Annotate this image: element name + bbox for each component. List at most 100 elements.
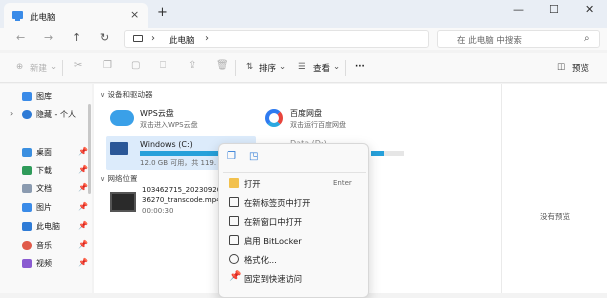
pin-icon[interactable]: 📌	[78, 240, 88, 249]
pin-icon[interactable]: 📌	[78, 183, 88, 192]
sidebar-item-documents[interactable]: 文档 📌	[0, 180, 92, 198]
chevron-down-icon: ⌄	[333, 62, 341, 72]
drive-name: Windows (C:)	[140, 140, 193, 149]
preview-pane-button[interactable]: 预览	[572, 62, 589, 74]
devices-section-header[interactable]: ∨ 设备和驱动器	[100, 89, 153, 100]
sidebar-item-label: 文档	[36, 184, 52, 193]
navigation-pane: 图库 › 隐藏 - 个人 桌面 📌 下载 📌 文档 📌 图片 📌 此电脑 📌 音…	[0, 84, 92, 293]
wps-cloud-item[interactable]: WPS云盘 双击进入WPS云盘	[108, 104, 268, 138]
menu-item-open-new-window[interactable]: 在新窗口中打开	[223, 212, 366, 231]
sidebar-item-music[interactable]: 音乐 📌	[0, 237, 92, 255]
cloud-icon	[110, 110, 134, 126]
share-icon[interactable]: ⇪	[188, 60, 196, 71]
view-icon: ☰	[298, 62, 306, 72]
sidebar-item-videos[interactable]: 视频 📌	[0, 255, 92, 273]
desktop-icon	[22, 148, 32, 157]
pin-icon[interactable]: 📌	[78, 147, 88, 156]
breadcrumb[interactable]: 此电脑	[169, 34, 195, 46]
pin-icon[interactable]: 📌	[78, 202, 88, 211]
folder-open-icon	[229, 178, 239, 188]
cloud-icon	[22, 110, 32, 119]
preview-pane: 没有预览	[501, 84, 607, 293]
sidebar-item-cloud[interactable]: › 隐藏 - 个人	[0, 106, 92, 124]
context-menu: ❐ ◳ 打开 Enter 在新标签页中打开 在新窗口中打开 启用 BitLock…	[218, 143, 369, 298]
chevron-right-icon[interactable]: ›	[10, 109, 13, 118]
video-thumbnail-icon	[110, 192, 136, 212]
sidebar-item-downloads[interactable]: 下载 📌	[0, 162, 92, 180]
section-label: 网络位置	[107, 174, 138, 183]
menu-item-pin-quick-access[interactable]: 📌 固定到快速访问	[223, 269, 366, 288]
sidebar-item-label: 音乐	[36, 241, 52, 250]
sidebar-item-label: 视频	[36, 259, 52, 268]
chevron-down-icon: ∨	[100, 91, 106, 99]
minimize-button[interactable]: —	[513, 3, 524, 16]
network-section-header[interactable]: ∨ 网络位置	[100, 173, 138, 184]
copy-icon[interactable]: ❐	[224, 149, 242, 167]
divider	[62, 60, 63, 76]
delete-icon[interactable]: 🗑	[216, 60, 229, 71]
menu-item-format[interactable]: 格式化...	[223, 250, 366, 269]
item-subtitle: 双击进入WPS云盘	[140, 121, 198, 129]
forward-button[interactable]: →	[44, 31, 53, 44]
item-name: WPS云盘	[140, 109, 174, 118]
address-bar[interactable]: › 此电脑 ›	[124, 30, 429, 48]
sidebar-item-desktop[interactable]: 桌面 📌	[0, 144, 92, 162]
refresh-button[interactable]: ↻	[100, 31, 109, 44]
new-tab-icon	[229, 197, 239, 207]
new-button[interactable]: 新建	[30, 62, 47, 74]
up-button[interactable]: ↑	[72, 31, 81, 44]
drive-usage-bar	[371, 151, 404, 156]
sidebar-item-label: 图片	[36, 203, 52, 212]
sidebar-item-label: 隐藏 - 个人	[36, 110, 76, 119]
menu-item-label: 在新窗口中打开	[244, 217, 303, 227]
menu-item-label: 格式化...	[244, 255, 277, 265]
menu-item-label: 固定到快速访问	[244, 274, 303, 284]
menu-item-label: 打开	[244, 179, 261, 189]
copy-icon[interactable]: ❐	[103, 60, 112, 71]
pin-icon[interactable]: 📌	[78, 258, 88, 267]
close-window-button[interactable]: ✕	[585, 3, 594, 16]
baidu-netdisk-item[interactable]: 百度网盘 双击运行百度网盘	[262, 104, 422, 138]
menu-item-open[interactable]: 打开 Enter	[223, 174, 366, 193]
windows-drive-icon	[110, 142, 128, 155]
menu-item-bitlocker[interactable]: 启用 BitLocker	[223, 231, 366, 250]
paste-icon[interactable]: ▢	[131, 60, 140, 71]
menu-item-label: 在新标签页中打开	[244, 198, 311, 208]
navigation-bar: ← → ↑ ↻ › 此电脑 › 在 此电脑 中搜索 ⌕	[0, 28, 607, 50]
chevron-right-icon[interactable]: ›	[151, 33, 155, 44]
sort-button[interactable]: 排序	[259, 62, 276, 74]
menu-item-shortcut: Enter	[333, 179, 352, 187]
documents-icon	[22, 184, 32, 193]
maximize-button[interactable]: ☐	[549, 3, 559, 16]
sidebar-item-pictures[interactable]: 图片 📌	[0, 199, 92, 217]
properties-icon[interactable]: ◳	[246, 149, 264, 167]
computer-icon	[12, 11, 23, 21]
sidebar-item-gallery[interactable]: 图库	[0, 88, 92, 106]
search-input[interactable]: 在 此电脑 中搜索 ⌕	[437, 30, 600, 48]
sidebar-item-label: 桌面	[36, 148, 52, 157]
chevron-down-icon: ⌄	[50, 62, 58, 72]
videos-icon	[22, 259, 32, 268]
menu-item-open-new-tab[interactable]: 在新标签页中打开	[223, 193, 366, 212]
cut-icon[interactable]: ✂	[74, 60, 82, 71]
pin-icon[interactable]: 📌	[78, 165, 88, 174]
bitlocker-icon	[229, 235, 239, 245]
computer-icon	[22, 222, 32, 231]
command-toolbar: ⊕ 新建 ⌄ ✂ ❐ ▢ ⎕ ⇪ 🗑 ⇅ 排序 ⌄ ☰ 查看 ⌄ ··· ◫ 预…	[0, 53, 607, 83]
section-label: 设备和驱动器	[107, 90, 153, 99]
tab-close-icon[interactable]: ×	[130, 8, 139, 21]
new-tab-button[interactable]: +	[157, 5, 168, 20]
view-button[interactable]: 查看	[313, 62, 330, 74]
sidebar-scrollbar[interactable]	[88, 104, 91, 194]
sidebar-item-this-pc[interactable]: 此电脑 📌	[0, 218, 92, 236]
pin-icon[interactable]: 📌	[78, 221, 88, 230]
baidu-netdisk-icon	[265, 109, 283, 127]
rename-icon[interactable]: ⎕	[160, 60, 166, 71]
no-preview-text: 没有预览	[540, 212, 570, 221]
back-button[interactable]: ←	[16, 31, 25, 44]
item-name-line2: 36270_transcode.mp4	[142, 196, 221, 204]
tab-this-pc[interactable]: 此电脑 ×	[4, 3, 148, 28]
gallery-icon	[22, 92, 32, 101]
more-options-button[interactable]: ···	[355, 62, 365, 72]
chevron-right-icon[interactable]: ›	[205, 33, 209, 44]
